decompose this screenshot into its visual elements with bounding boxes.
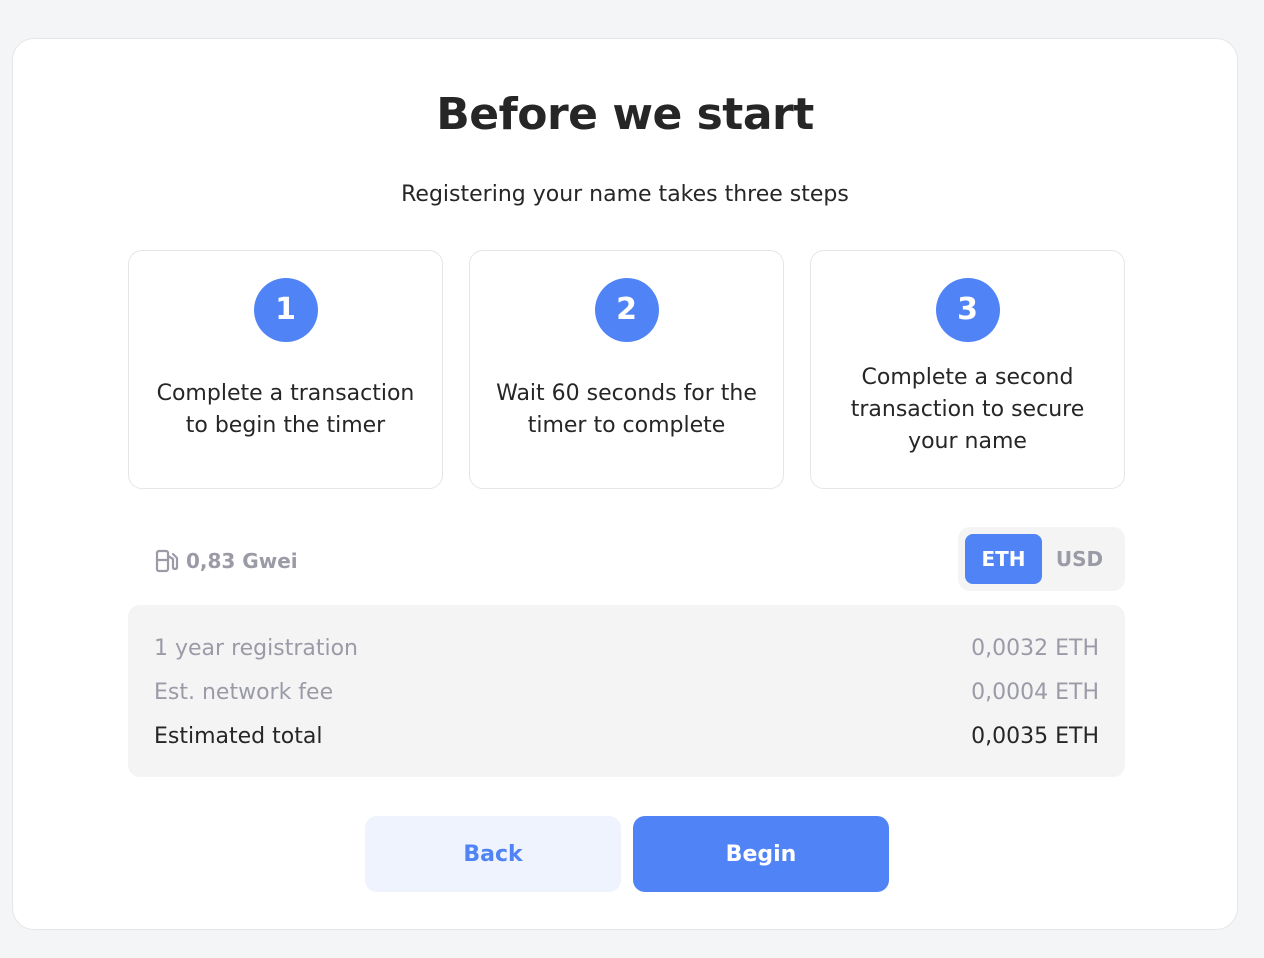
- begin-button[interactable]: Begin: [633, 816, 889, 892]
- summary-value: 0,0032 ETH: [971, 635, 1099, 661]
- page-subtitle: Registering your name takes three steps: [401, 182, 849, 207]
- back-button[interactable]: Back: [365, 816, 621, 892]
- step-card-1: 1 Complete a transaction to begin the ti…: [128, 250, 443, 489]
- summary-label: Estimated total: [154, 723, 323, 749]
- gas-pump-icon: [155, 549, 179, 573]
- summary-value: 0,0004 ETH: [971, 679, 1099, 705]
- gas-price: 0,83 Gwei: [154, 547, 298, 575]
- step-number-badge: 3: [935, 278, 1000, 342]
- currency-eth-button[interactable]: ETH: [965, 534, 1042, 584]
- steps-list: 1 Complete a transaction to begin the ti…: [128, 250, 1125, 489]
- summary-row-registration: 1 year registration 0,0032 ETH: [154, 630, 1099, 666]
- currency-usd-button[interactable]: USD: [1041, 534, 1118, 584]
- registration-card: Before we start Registering your name ta…: [12, 38, 1238, 930]
- step-number-badge: 1: [253, 278, 318, 342]
- step-card-3: 3 Complete a second transaction to secur…: [810, 250, 1125, 489]
- step-card-2: 2 Wait 60 seconds for the timer to compl…: [469, 250, 784, 489]
- price-summary: 1 year registration 0,0032 ETH Est. netw…: [128, 605, 1125, 777]
- currency-toggle: ETH USD: [958, 527, 1125, 591]
- summary-label: Est. network fee: [154, 679, 334, 705]
- step-number-badge: 2: [594, 278, 659, 342]
- summary-value: 0,0035 ETH: [971, 723, 1099, 749]
- step-description: Complete a second transaction to secure …: [850, 364, 1085, 454]
- summary-row-network-fee: Est. network fee 0,0004 ETH: [154, 674, 1099, 710]
- page-title: Before we start: [436, 89, 814, 140]
- gas-value: 0,83 Gwei: [186, 549, 298, 573]
- summary-row-total: Estimated total 0,0035 ETH: [154, 718, 1099, 754]
- step-description: Wait 60 seconds for the timer to complet…: [496, 380, 757, 438]
- summary-label: 1 year registration: [154, 635, 358, 661]
- step-description: Complete a transaction to begin the time…: [156, 380, 415, 438]
